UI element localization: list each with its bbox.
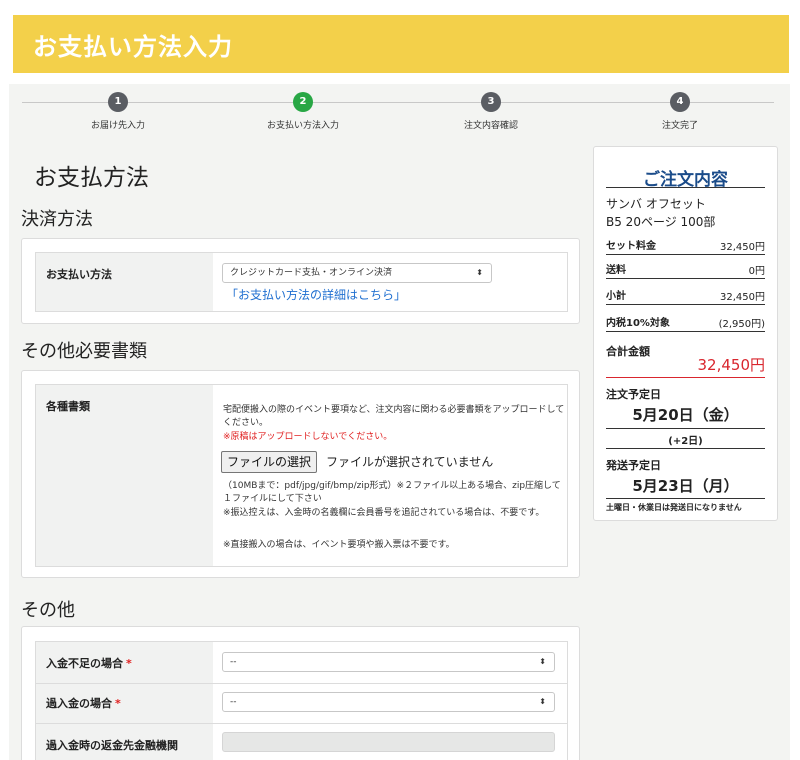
summary-title-line bbox=[606, 187, 765, 188]
other-table: 入金不足の場合 * -- ⬍ 過入金の場合 * -- ⬍ 過入金時の返金先金融機関 bbox=[35, 641, 568, 760]
order-date: 5月20日（金） bbox=[632, 406, 739, 424]
label-cell: お支払い方法 bbox=[36, 253, 213, 311]
payment-method-select[interactable]: クレジットカード支払・オンライン決済 ⬍ bbox=[222, 263, 492, 283]
refund-bank-label: 過入金時の返金先金融機関 bbox=[46, 739, 178, 752]
payment-method-label: お支払い方法 bbox=[46, 268, 112, 281]
select-arrow-icon: ⬍ bbox=[539, 657, 546, 666]
summary-row-subtotal: 小計 32,450円 bbox=[606, 283, 765, 305]
step-4: 4 注文完了 bbox=[600, 92, 760, 131]
payment-details-link[interactable]: 「お支払い方法の詳細はこちら」 bbox=[226, 286, 406, 303]
product-spec: B5 20ページ 100部 bbox=[606, 215, 716, 229]
summary-label: 送料 bbox=[606, 265, 626, 276]
page-header: お支払い方法入力 bbox=[13, 15, 789, 73]
payment-row: お支払い方法 クレジットカード支払・オンライン決済 ⬍ 「お支払い方法の詳細はこ… bbox=[35, 252, 568, 312]
documents-warning: ※原稿はアップロードしないでください。 bbox=[223, 432, 393, 442]
total-value: 32,450円 bbox=[697, 356, 766, 374]
shipping-note: 土曜日・休業日は発送日になりません bbox=[606, 503, 742, 512]
step-label: お支払い方法入力 bbox=[266, 121, 339, 131]
summary-row-tax: 内税10%対象 (2,950円) bbox=[606, 310, 765, 332]
underpayment-value: -- bbox=[230, 657, 237, 667]
documents-row: 各種書類 宅配便搬入の際のイベント要項など、注文内容に関わる必要書類をアップロー… bbox=[35, 384, 568, 567]
required-mark: * bbox=[115, 697, 121, 710]
documents-section-title: その他必要書類 bbox=[21, 341, 147, 362]
refund-bank-input[interactable] bbox=[222, 732, 555, 752]
other-card: 入金不足の場合 * -- ⬍ 過入金の場合 * -- ⬍ 過入金時の返金先金融機関 bbox=[21, 626, 580, 760]
summary-row-shipping: 送料 0円 bbox=[606, 257, 765, 279]
file-status: ファイルが選択されていません bbox=[326, 455, 494, 469]
step-number: 4 bbox=[670, 92, 690, 112]
step-number: 2 bbox=[293, 92, 313, 112]
divider bbox=[606, 428, 765, 429]
step-label: 注文完了 bbox=[661, 121, 698, 131]
ship-date-label: 発送予定日 bbox=[606, 459, 661, 472]
divider bbox=[606, 448, 765, 449]
payment-method-value: クレジットカード支払・オンライン決済 bbox=[230, 268, 393, 278]
documents-note-direct: ※直接搬入の場合は、イベント要項や搬入票は不要です。 bbox=[223, 540, 455, 550]
summary-value: 32,450円 bbox=[720, 292, 765, 303]
summary-row-set-price: セット料金 32,450円 bbox=[606, 233, 765, 255]
documents-label: 各種書類 bbox=[46, 400, 90, 413]
select-arrow-icon: ⬍ bbox=[476, 268, 483, 277]
documents-card: 各種書類 宅配便搬入の際のイベント要項など、注文内容に関わる必要書類をアップロー… bbox=[21, 370, 580, 578]
summary-value: (2,950円) bbox=[718, 319, 765, 330]
divider bbox=[606, 498, 765, 499]
step-number: 1 bbox=[108, 92, 128, 112]
date-offset: (+2日) bbox=[668, 436, 703, 447]
summary-label: 内税10%対象 bbox=[606, 318, 670, 329]
select-arrow-icon: ⬍ bbox=[539, 697, 546, 706]
row-divider bbox=[36, 683, 567, 684]
total-line bbox=[606, 377, 765, 378]
file-select-button[interactable]: ファイルの選択 bbox=[221, 451, 318, 473]
overpayment-select[interactable]: -- ⬍ bbox=[222, 692, 555, 712]
other-section-title: その他 bbox=[21, 600, 75, 621]
step-number: 3 bbox=[481, 92, 501, 112]
header-title: お支払い方法入力 bbox=[33, 33, 233, 61]
overpayment-label: 過入金の場合 * bbox=[46, 695, 121, 711]
payment-section-title: 決済方法 bbox=[21, 209, 93, 230]
step-1: 1 お届け先入力 bbox=[38, 92, 198, 131]
summary-label: セット料金 bbox=[606, 241, 656, 252]
overpayment-value: -- bbox=[230, 697, 237, 707]
order-summary: ご注文内容 サンバ オフセット B5 20ページ 100部 セット料金 32,4… bbox=[593, 146, 778, 521]
page-title: お支払方法 bbox=[34, 165, 149, 191]
step-3: 3 注文内容確認 bbox=[411, 92, 571, 131]
step-2: 2 お支払い方法入力 bbox=[223, 92, 383, 131]
ship-date: 5月23日（月） bbox=[632, 477, 739, 495]
documents-description: 宅配便搬入の際のイベント要項など、注文内容に関わる必要書類をアップロードしてくだ… bbox=[223, 405, 565, 428]
overpayment-label-text: 過入金の場合 bbox=[46, 697, 112, 710]
documents-note-transfer: ※振込控えは、入金時の名義欄に会員番号を追記されている場合は、不要です。 bbox=[223, 508, 545, 518]
summary-value: 32,450円 bbox=[720, 242, 765, 253]
row-divider bbox=[36, 723, 567, 724]
label-cell: 各種書類 bbox=[36, 385, 213, 566]
step-label: 注文内容確認 bbox=[463, 121, 518, 131]
documents-note-size: （10MBまで：pdf/jpg/gif/bmp/zip形式）※２ファイル以上ある… bbox=[223, 481, 561, 504]
required-mark: * bbox=[126, 657, 132, 670]
summary-label: 小計 bbox=[606, 291, 626, 302]
underpayment-label: 入金不足の場合 * bbox=[46, 655, 132, 671]
payment-card: お支払い方法 クレジットカード支払・オンライン決済 ⬍ 「お支払い方法の詳細はこ… bbox=[21, 238, 580, 324]
order-date-label: 注文予定日 bbox=[606, 388, 661, 401]
underpayment-label-text: 入金不足の場合 bbox=[46, 657, 123, 670]
step-label: お届け先入力 bbox=[90, 121, 145, 131]
total-label: 合計金額 bbox=[606, 345, 650, 358]
summary-value: 0円 bbox=[748, 266, 765, 277]
product-name: サンバ オフセット bbox=[606, 197, 706, 211]
underpayment-select[interactable]: -- ⬍ bbox=[222, 652, 555, 672]
